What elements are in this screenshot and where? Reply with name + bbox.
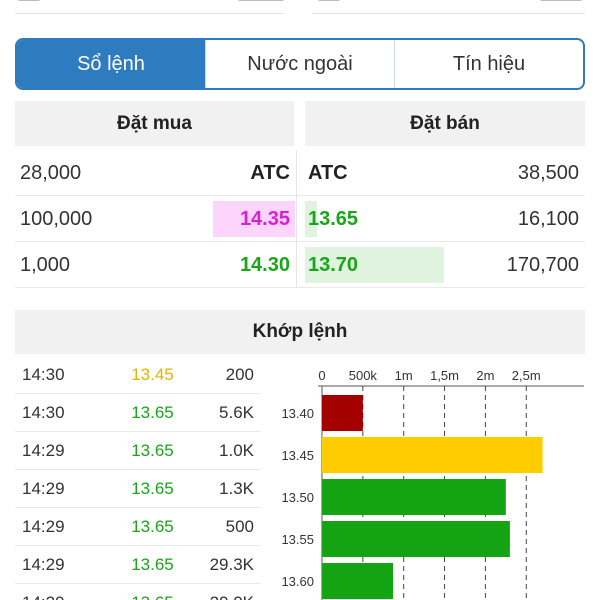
trade-row[interactable]: 14:29 13.65 500 [15, 508, 260, 546]
trade-volume: 1.3K [219, 479, 254, 498]
bar [322, 563, 394, 599]
trade-row[interactable]: 14:30 13.45 200 [15, 356, 260, 394]
tab-foreign[interactable]: Nước ngoài [205, 40, 394, 88]
tab-order-book[interactable]: Sổ lệnh [17, 40, 205, 88]
matched-orders-header: Khớp lệnh [15, 310, 585, 354]
x-tick-label: 1,5m [430, 368, 459, 383]
previous-panel-fragment [0, 0, 600, 16]
trade-time: 14:29 [22, 479, 65, 498]
tab-bar: Sổ lệnh Nước ngoài Tín hiệu [15, 38, 585, 90]
buy-volume: 100,000 [20, 207, 93, 230]
trade-time: 14:29 [22, 555, 65, 574]
trade-row[interactable]: 14:29 13.65 29.3K [15, 546, 260, 584]
divider [15, 13, 285, 14]
sell-price: 13.65 [308, 207, 359, 230]
y-tick-label: 13.60 [281, 574, 314, 589]
trade-volume: 1.0K [219, 441, 254, 460]
x-tick-label: 0 [318, 368, 325, 383]
trade-price: 13.65 [131, 441, 174, 460]
sell-volume: 16,100 [517, 207, 579, 230]
trade-volume: 5.6K [219, 403, 254, 422]
orderbook-row[interactable]: 100,000 14.35 13.65 16,100 [15, 196, 585, 242]
cut-off-text [318, 0, 340, 4]
cut-off-text [540, 0, 582, 4]
y-tick-label: 13.40 [281, 406, 314, 421]
volume-by-price-chart: 0 500k 1m 1,5m 2m 2,5m 13.40 13.45 13.50 13.55 13.… [268, 360, 588, 600]
buy-price: ATC [250, 161, 290, 184]
trade-price: 13.65 [115, 584, 190, 600]
y-tick-label: 13.55 [281, 532, 314, 547]
trade-time: 14:29 [22, 441, 65, 460]
trade-volume: 500 [225, 517, 254, 536]
trade-row[interactable]: 14:29 13.65 1.0K [15, 432, 260, 470]
buy-volume: 28,000 [20, 161, 82, 184]
trade-time: 14:29 [22, 517, 65, 536]
bar [322, 437, 543, 473]
trade-price: 13.65 [131, 403, 174, 422]
x-tick-label: 2,5m [512, 368, 541, 383]
y-tick-label: 13.45 [281, 448, 314, 463]
tab-signals[interactable]: Tín hiệu [394, 40, 583, 88]
orderbook-row[interactable]: 1,000 14.30 13.70 170,700 [15, 242, 585, 288]
trade-time: 14:30 [22, 365, 65, 384]
trade-volume: 20.0K [210, 584, 254, 600]
y-tick-label: 13.50 [281, 490, 314, 505]
trade-time: 14:30 [22, 403, 65, 422]
trade-row[interactable]: 14:29 13.65 20.0K [15, 584, 260, 600]
trade-price: 13.65 [131, 479, 174, 498]
buy-volume: 1,000 [20, 253, 71, 276]
cut-off-text [18, 0, 40, 4]
buy-header: Đặt mua [15, 101, 294, 146]
bar [322, 479, 506, 515]
trade-volume: 29.3K [209, 555, 254, 574]
x-tick-label: 500k [349, 368, 378, 383]
sell-header: Đặt bán [305, 101, 585, 146]
trade-row[interactable]: 14:30 13.65 5.6K [15, 394, 260, 432]
trade-price: 13.65 [131, 517, 174, 536]
buy-price: 14.35 [239, 207, 290, 230]
sell-volume: 38,500 [517, 161, 579, 184]
trade-volume: 200 [225, 365, 254, 384]
sell-price: 13.70 [308, 253, 359, 276]
orderbook-row[interactable]: 28,000 ATC ATC 38,500 [15, 150, 585, 196]
buy-price: 14.30 [239, 253, 290, 276]
divider [312, 13, 585, 14]
trade-price: 13.45 [131, 365, 174, 384]
trade-price: 13.65 [131, 555, 174, 574]
sell-volume: 170,700 [506, 253, 579, 276]
x-tick-label: 1m [395, 368, 413, 383]
bar [322, 395, 363, 431]
cut-off-text [238, 0, 284, 4]
bar [322, 521, 510, 557]
chart-svg: 0 500k 1m 1,5m 2m 2,5m 13.40 13.45 13.50 13.55 13.… [281, 368, 584, 600]
x-tick-label: 2m [476, 368, 494, 383]
trade-time: 14:29 [22, 584, 65, 600]
sell-price: ATC [308, 161, 348, 184]
trade-row[interactable]: 14:29 13.65 1.3K [15, 470, 260, 508]
